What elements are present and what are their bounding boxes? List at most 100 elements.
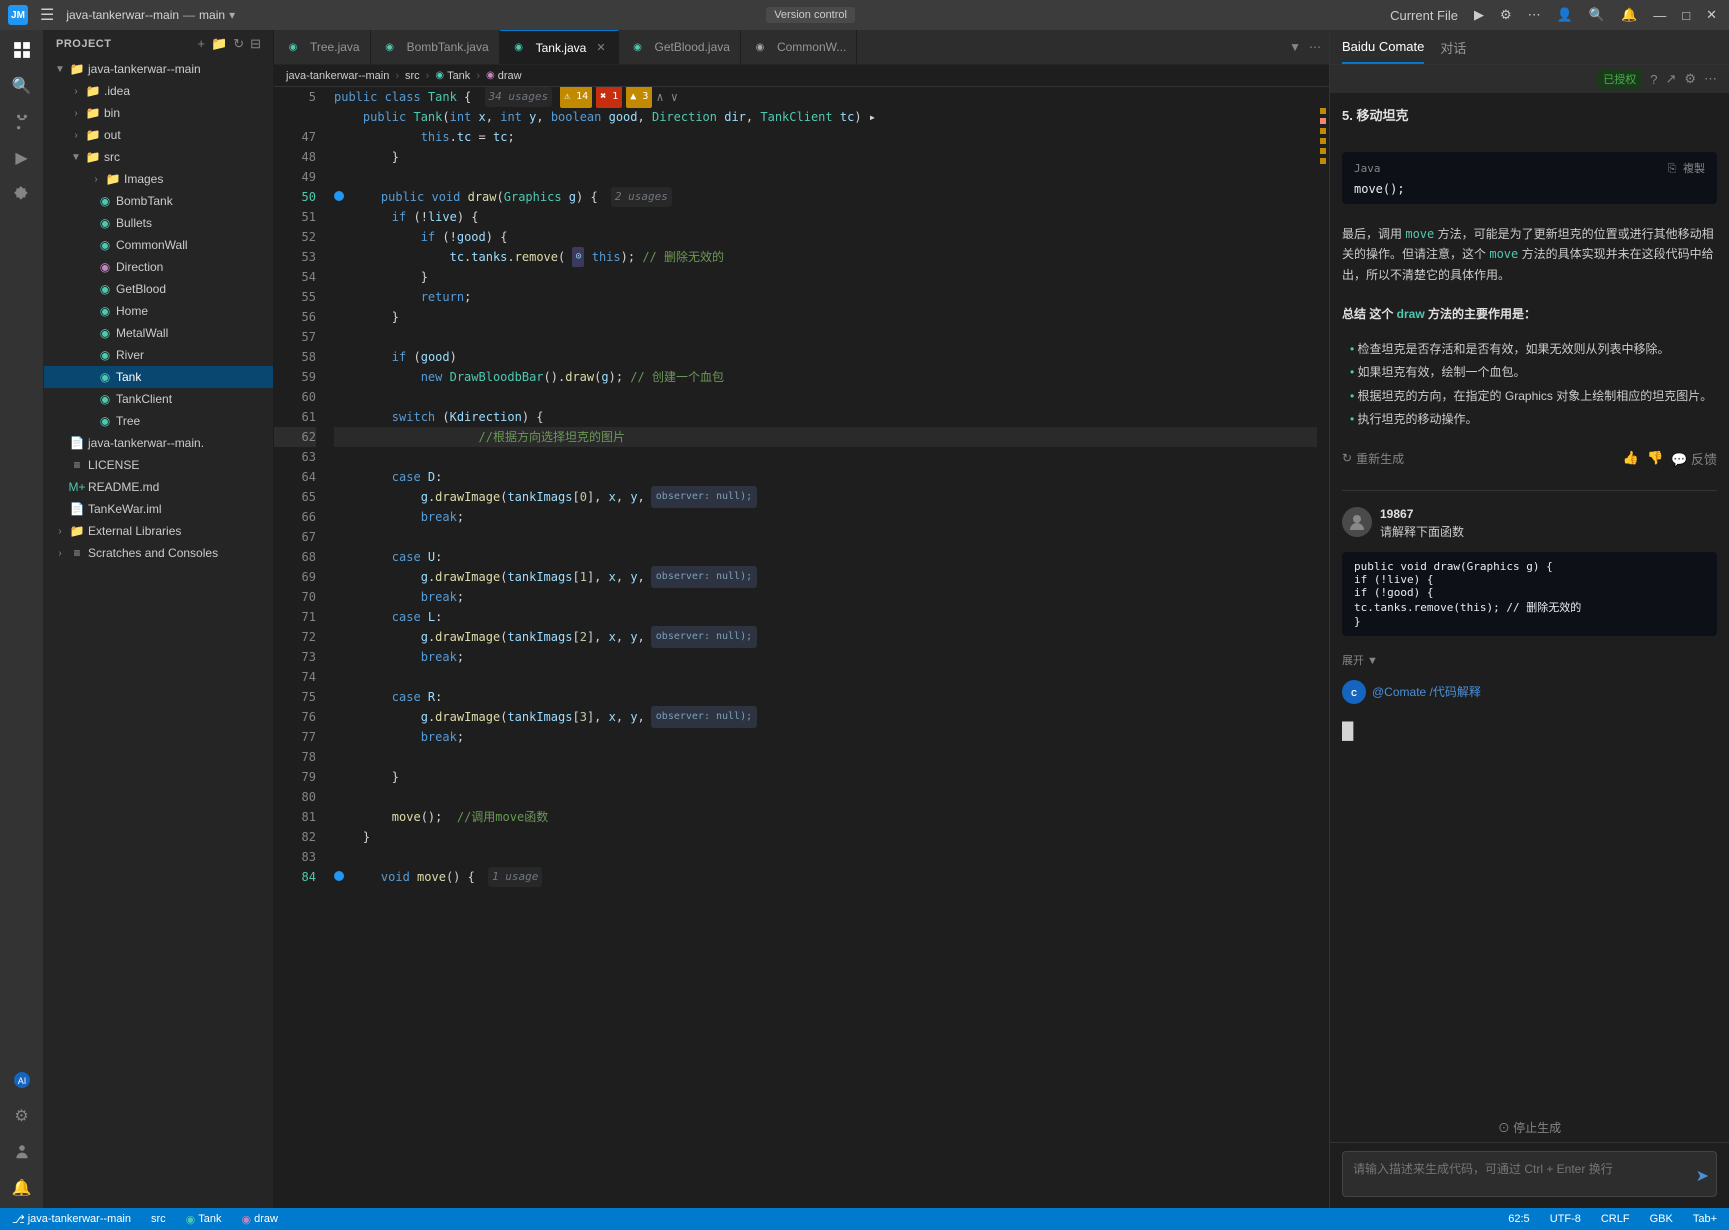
status-branch[interactable]: ⎇ java-tankerwar--main — [8, 1213, 135, 1226]
code-editor[interactable]: 5 47 48 49 50 51 52 53 54 55 56 57 58 59… — [274, 87, 1329, 1208]
sidebar-item-license[interactable]: ≡ LICENSE — [44, 454, 273, 476]
activity-search[interactable]: 🔍 — [6, 70, 38, 102]
regen-btn[interactable]: ↻ 重新生成 — [1342, 450, 1404, 467]
panel-share-icon[interactable]: ↗ — [1665, 71, 1676, 87]
activity-debug[interactable]: ▶ — [6, 142, 38, 174]
panel-tab-chat[interactable]: 对话 — [1440, 30, 1466, 65]
tab-bombtank[interactable]: ◉ BombTank.java — [371, 30, 500, 65]
sidebar-item-tank[interactable]: ◉ Tank — [44, 366, 273, 388]
debug-btn[interactable]: ⚙ — [1496, 5, 1516, 25]
sidebar-item-tree[interactable]: ◉ Tree — [44, 410, 273, 432]
activity-settings[interactable]: ⚙ — [6, 1100, 38, 1132]
sidebar-item-out[interactable]: › 📁 out — [44, 124, 273, 146]
sidebar-item-src[interactable]: ▼ 📁 src — [44, 146, 273, 168]
sidebar-item-bullets[interactable]: ◉ Bullets — [44, 212, 273, 234]
activity-extensions[interactable] — [6, 178, 38, 210]
copy-btn[interactable]: ⎘ 複製 — [1668, 160, 1705, 176]
thumbdown-btn[interactable]: 👎 — [1647, 450, 1663, 466]
chat-input[interactable] — [1342, 1151, 1717, 1197]
sidebar-item-scratches[interactable]: › ≡ Scratches and Consoles — [44, 542, 273, 564]
code-line-76: g.drawImage(tankImags[3], x, y, observer… — [334, 707, 1317, 727]
activity-ai[interactable]: AI — [6, 1064, 38, 1096]
breadcrumb-tank[interactable]: ◉ Tank — [435, 70, 470, 82]
expand-btn[interactable]: 展开 ▼ — [1342, 652, 1717, 668]
more-btn[interactable]: ⋯ — [1524, 5, 1545, 25]
panel-tab-comate[interactable]: Baidu Comate — [1342, 31, 1424, 64]
activity-account[interactable] — [6, 1136, 38, 1168]
sidebar-item-river[interactable]: ◉ River — [44, 344, 273, 366]
sidebar-item-bombtank[interactable]: ◉ BombTank — [44, 190, 273, 212]
thumbup-btn[interactable]: 👍 — [1623, 450, 1639, 466]
sidebar-refresh-icon[interactable]: ↻ — [233, 36, 244, 52]
status-position[interactable]: 62:5 — [1504, 1213, 1533, 1225]
titlebar: JM ☰ java-tankerwar--main — main ▾ Versi… — [0, 0, 1729, 30]
code-line-64: case D: — [334, 467, 1317, 487]
sidebar-new-folder-icon[interactable]: 📁 — [211, 36, 227, 52]
tab-getblood[interactable]: ◉ GetBlood.java — [619, 30, 741, 65]
breadcrumb-project[interactable]: java-tankerwar--main — [286, 70, 389, 82]
status-crlf[interactable]: CRLF — [1597, 1213, 1634, 1225]
status-src[interactable]: src — [147, 1213, 170, 1225]
at-comate-label: @Comate /代码解释 — [1372, 683, 1481, 700]
close-btn[interactable]: ✕ — [1702, 5, 1721, 25]
activity-git[interactable] — [6, 106, 38, 138]
code-line-67 — [334, 527, 1317, 547]
code-content[interactable]: public class Tank { 34 usages ⚠ 14 ✖ 1 ▲… — [324, 87, 1317, 1208]
maximize-btn[interactable]: □ — [1678, 6, 1694, 25]
bullet-4: 执行坦克的移动操作。 — [1350, 408, 1717, 431]
tab-tank-close[interactable]: ✕ — [594, 40, 607, 55]
menu-icon[interactable]: ☰ — [36, 3, 58, 27]
sidebar-item-metalwall[interactable]: ◉ MetalWall — [44, 322, 273, 344]
status-indent[interactable]: Tab+ — [1689, 1213, 1721, 1225]
sidebar-item-home[interactable]: ◉ Home — [44, 300, 273, 322]
run-btn[interactable]: ▶ — [1470, 5, 1488, 25]
status-utf8[interactable]: UTF-8 — [1546, 1213, 1585, 1225]
send-btn[interactable]: ➤ — [1696, 1166, 1709, 1186]
user-btn[interactable]: 👤 — [1553, 5, 1577, 25]
sidebar-item-iml[interactable]: 📄 java-tankerwar--main. — [44, 432, 273, 454]
breadcrumb-src[interactable]: src — [405, 70, 420, 82]
breadcrumb-draw[interactable]: ◉ draw — [486, 70, 522, 82]
status-method[interactable]: ◉ draw — [238, 1213, 282, 1226]
status-class[interactable]: ◉ Tank — [182, 1213, 226, 1226]
minimize-btn[interactable]: — — [1649, 6, 1670, 25]
sidebar-item-tankewar[interactable]: 📄 TanKeWar.iml — [44, 498, 273, 520]
current-file-btn[interactable]: Current File — [1386, 6, 1462, 25]
sidebar-item-commonwall[interactable]: ◉ CommonWall — [44, 234, 273, 256]
sidebar-item-getblood[interactable]: ◉ GetBlood — [44, 278, 273, 300]
sidebar-item-root[interactable]: ▼ 📁 java-tankerwar--main — [44, 58, 273, 80]
tabs-overflow-icon: ⋯ — [1309, 40, 1321, 54]
stop-btn[interactable]: ⊙ 停止生成 — [1330, 1113, 1729, 1142]
chat-input-wrap: ➤ — [1342, 1151, 1717, 1200]
project-name[interactable]: java-tankerwar--main — main ▾ — [66, 8, 235, 22]
panel-more-icon[interactable]: ⋯ — [1704, 71, 1717, 87]
commonwall-label: CommonWall — [116, 238, 188, 252]
tab-tree[interactable]: ◉ Tree.java — [274, 30, 371, 65]
tabs-more[interactable]: ▼ ⋯ — [1281, 40, 1329, 54]
activity-notifications[interactable]: 🔔 — [6, 1172, 38, 1204]
panel-help-icon[interactable]: ? — [1650, 72, 1657, 87]
sidebar-item-external-libs[interactable]: › 📁 External Libraries — [44, 520, 273, 542]
dropdown-arrow[interactable]: ▾ — [229, 8, 235, 22]
gutter-mark-2 — [1320, 118, 1326, 124]
search-btn[interactable]: 🔍 — [1585, 5, 1609, 25]
sidebar-item-bin[interactable]: › 📁 bin — [44, 102, 273, 124]
extlibs-arrow: › — [52, 526, 68, 537]
sidebar-item-readme[interactable]: M+ README.md — [44, 476, 273, 498]
sidebar-item-images[interactable]: › 📁 Images — [44, 168, 273, 190]
panel-settings-icon[interactable]: ⚙ — [1684, 71, 1696, 87]
vcs-label[interactable]: Version control — [766, 7, 855, 23]
code-line-59: new DrawBloodbBar().draw(g); // 创建一个血包 — [334, 367, 1317, 387]
sidebar-collapse-icon[interactable]: ⊟ — [250, 36, 261, 52]
tab-tank[interactable]: ◉ Tank.java ✕ — [500, 30, 619, 65]
class-value: Tank — [198, 1213, 221, 1225]
status-gbk[interactable]: GBK — [1646, 1213, 1677, 1225]
tab-commonwall[interactable]: ◉ CommonW... — [741, 30, 857, 65]
activity-explorer[interactable] — [6, 34, 38, 66]
sidebar-item-idea[interactable]: › 📁 .idea — [44, 80, 273, 102]
sidebar-new-file-icon[interactable]: + — [197, 36, 205, 52]
sidebar-item-direction[interactable]: ◉ Direction — [44, 256, 273, 278]
feedback-btn[interactable]: 💬 反馈 — [1671, 449, 1717, 468]
bell-btn[interactable]: 🔔 — [1617, 5, 1641, 25]
sidebar-item-tankclient[interactable]: ◉ TankClient — [44, 388, 273, 410]
